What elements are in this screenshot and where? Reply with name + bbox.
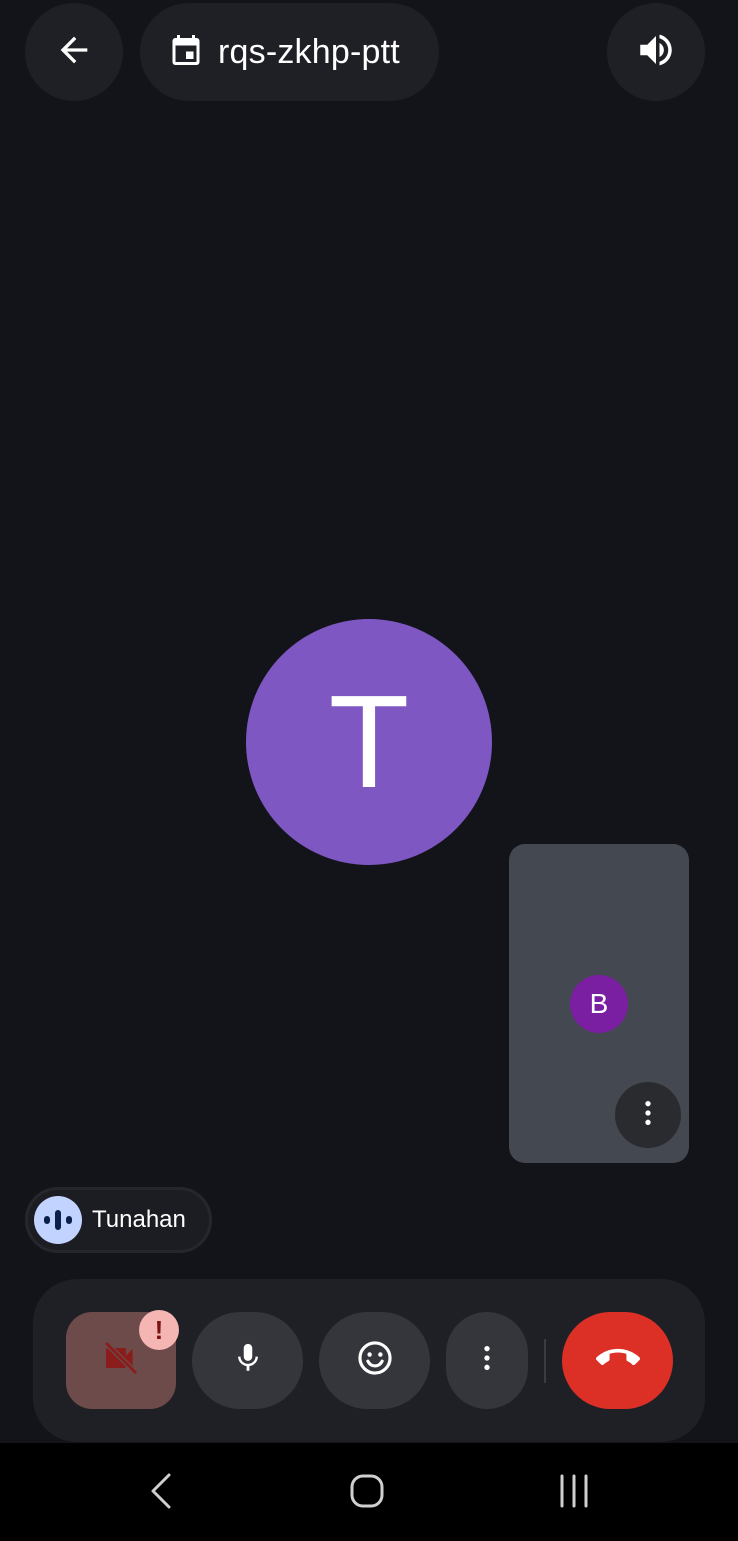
self-avatar: B bbox=[570, 975, 628, 1033]
self-initial: B bbox=[589, 988, 609, 1019]
meeting-code: rqs-zkhp-ptt bbox=[218, 32, 400, 71]
videocam-off-icon bbox=[101, 1338, 141, 1383]
speaker-name: Tunahan bbox=[92, 1206, 186, 1233]
system-navigation-bar bbox=[0, 1443, 738, 1541]
more-vert-icon bbox=[471, 1342, 503, 1379]
call-controls-bar: ! bbox=[33, 1279, 705, 1442]
alert-text: ! bbox=[154, 1314, 164, 1345]
volume-up-icon bbox=[635, 29, 677, 76]
call-end-icon bbox=[595, 1336, 640, 1385]
more-vert-icon bbox=[632, 1097, 664, 1134]
arrow-back-icon bbox=[54, 30, 94, 75]
back-button[interactable] bbox=[25, 3, 123, 101]
nav-back-button[interactable] bbox=[131, 1467, 191, 1519]
audio-wave-icon bbox=[34, 1196, 82, 1244]
controls-divider bbox=[544, 1339, 546, 1383]
nav-recents-icon bbox=[554, 1471, 594, 1516]
emoji-icon bbox=[356, 1339, 394, 1382]
active-speaker-chip: Tunahan bbox=[25, 1187, 212, 1253]
mic-icon bbox=[231, 1341, 265, 1380]
end-call-button[interactable] bbox=[562, 1312, 673, 1409]
self-tile-more-button[interactable] bbox=[615, 1082, 681, 1148]
nav-home-icon bbox=[347, 1471, 387, 1516]
participant-initial: T bbox=[328, 668, 410, 815]
reactions-button[interactable] bbox=[319, 1312, 430, 1409]
camera-alert-badge: ! bbox=[139, 1310, 179, 1350]
nav-home-button[interactable] bbox=[337, 1467, 397, 1519]
audio-output-button[interactable] bbox=[607, 3, 705, 101]
microphone-toggle-button[interactable] bbox=[192, 1312, 303, 1409]
self-view-tile[interactable]: B bbox=[509, 844, 689, 1163]
meeting-info-button[interactable]: rqs-zkhp-ptt bbox=[140, 3, 439, 101]
participant-avatar: T bbox=[246, 619, 492, 865]
nav-recents-button[interactable] bbox=[544, 1467, 604, 1519]
calendar-event-icon bbox=[168, 32, 204, 73]
nav-back-icon bbox=[147, 1471, 175, 1516]
more-options-button[interactable] bbox=[446, 1312, 528, 1409]
meet-call-screen: rqs-zkhp-ptt T B Tunahan ! bbox=[0, 0, 738, 1541]
